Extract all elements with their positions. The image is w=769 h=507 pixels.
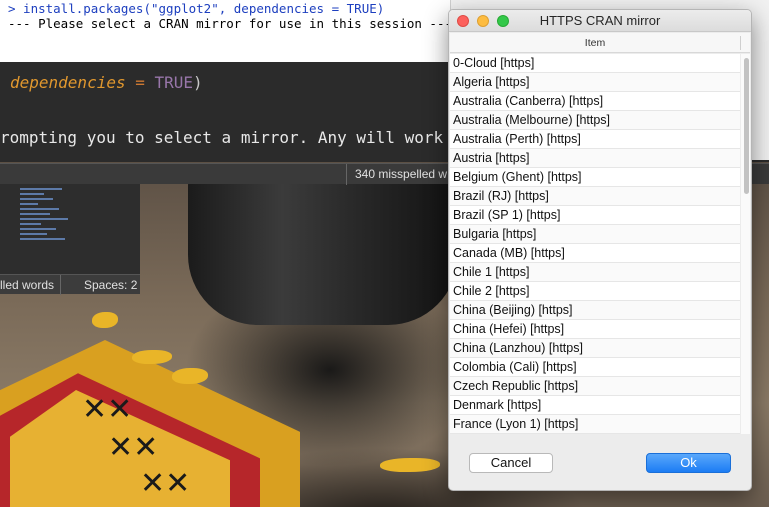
console-command-line: > install.packages("ggplot2", dependenci… bbox=[8, 1, 385, 16]
scrollbar-thumb[interactable] bbox=[744, 58, 749, 194]
dialog-titlebar[interactable]: HTTPS CRAN mirror bbox=[449, 10, 751, 32]
code-operator: = bbox=[125, 73, 155, 92]
vertical-scrollbar[interactable] bbox=[740, 54, 750, 434]
ok-button[interactable]: Ok bbox=[646, 453, 731, 473]
dialog-title: HTTPS CRAN mirror bbox=[539, 13, 661, 28]
thumbnail-status-bar: lled words Spaces: 2 bbox=[0, 274, 140, 295]
mirror-list-rows: 0-Cloud [https] Algeria [https] Australia … bbox=[450, 54, 750, 434]
list-column-header[interactable]: Item bbox=[450, 33, 750, 53]
blanket-x-mark: ✕✕ bbox=[140, 466, 191, 501]
code-argument: dependencies bbox=[10, 73, 126, 92]
mirror-list-item[interactable]: Czech Republic [https] bbox=[450, 377, 740, 396]
misspelled-words-count[interactable]: 340 misspelled w bbox=[346, 164, 447, 185]
thumbnail-spaces-setting[interactable]: Spaces: 2 bbox=[84, 275, 137, 295]
mirror-list-item[interactable]: Chile 1 [https] bbox=[450, 263, 740, 282]
thumbnail-code-preview bbox=[20, 188, 80, 268]
thumbnail-misspelled-words: lled words bbox=[0, 275, 62, 295]
cancel-button[interactable]: Cancel bbox=[469, 453, 553, 473]
mirror-list-item[interactable]: China (Hefei) [https] bbox=[450, 320, 740, 339]
mirror-list-item[interactable]: Colombia (Cali) [https] bbox=[450, 358, 740, 377]
mirror-list-item[interactable]: Bulgaria [https] bbox=[450, 225, 740, 244]
mirror-list-item[interactable]: China (Beijing) [https] bbox=[450, 301, 740, 320]
mirror-list-item[interactable]: Brazil (RJ) [https] bbox=[450, 187, 740, 206]
mirror-list-item[interactable]: Australia (Perth) [https] bbox=[450, 130, 740, 149]
mirror-list-item[interactable]: China (Lanzhou) [https] bbox=[450, 339, 740, 358]
background-leaf bbox=[132, 350, 172, 364]
mirror-list-item[interactable]: Belgium (Ghent) [https] bbox=[450, 168, 740, 187]
mirror-list-item[interactable]: Canada (MB) [https] bbox=[450, 244, 740, 263]
mirror-list-item[interactable]: Austria [https] bbox=[450, 149, 740, 168]
background-leaf bbox=[92, 312, 118, 328]
background-bucket bbox=[188, 175, 458, 325]
blanket-x-mark: ✕✕ bbox=[82, 392, 133, 427]
code-paren: ) bbox=[193, 73, 203, 92]
code-boolean: TRUE bbox=[154, 73, 194, 92]
mirror-list-item[interactable]: Australia (Canberra) [https] bbox=[450, 92, 740, 111]
mirror-list-item[interactable]: France (Lyon 1) [https] bbox=[450, 415, 740, 434]
column-header-divider bbox=[740, 36, 741, 50]
mirror-list-item[interactable]: Brazil (SP 1) [https] bbox=[450, 206, 740, 225]
mirror-list[interactable]: 0-Cloud [https] Algeria [https] Australia … bbox=[450, 54, 750, 434]
console-output-line: --- Please select a CRAN mirror for use … bbox=[8, 16, 453, 31]
cran-mirror-dialog: HTTPS CRAN mirror Item 0-Cloud [https] Al… bbox=[448, 9, 752, 491]
mirror-list-item[interactable]: Denmark [https] bbox=[450, 396, 740, 415]
mirror-list-item[interactable]: Australia (Melbourne) [https] bbox=[450, 111, 740, 130]
mirror-list-item[interactable]: Chile 2 [https] bbox=[450, 282, 740, 301]
editor-comment-line: rompting you to select a mirror. Any wil… bbox=[0, 128, 482, 147]
column-header-item: Item bbox=[584, 37, 606, 49]
editor-code-line: dependencies = TRUE) bbox=[10, 73, 203, 92]
blanket-x-mark: ✕✕ bbox=[108, 430, 159, 465]
background-leaf bbox=[172, 368, 208, 384]
mirror-list-item[interactable]: 0-Cloud [https] bbox=[450, 54, 740, 73]
r-console[interactable]: > install.packages("ggplot2", dependenci… bbox=[0, 0, 453, 62]
background-leaf bbox=[380, 458, 440, 472]
mirror-list-item[interactable]: Algeria [https] bbox=[450, 73, 740, 92]
